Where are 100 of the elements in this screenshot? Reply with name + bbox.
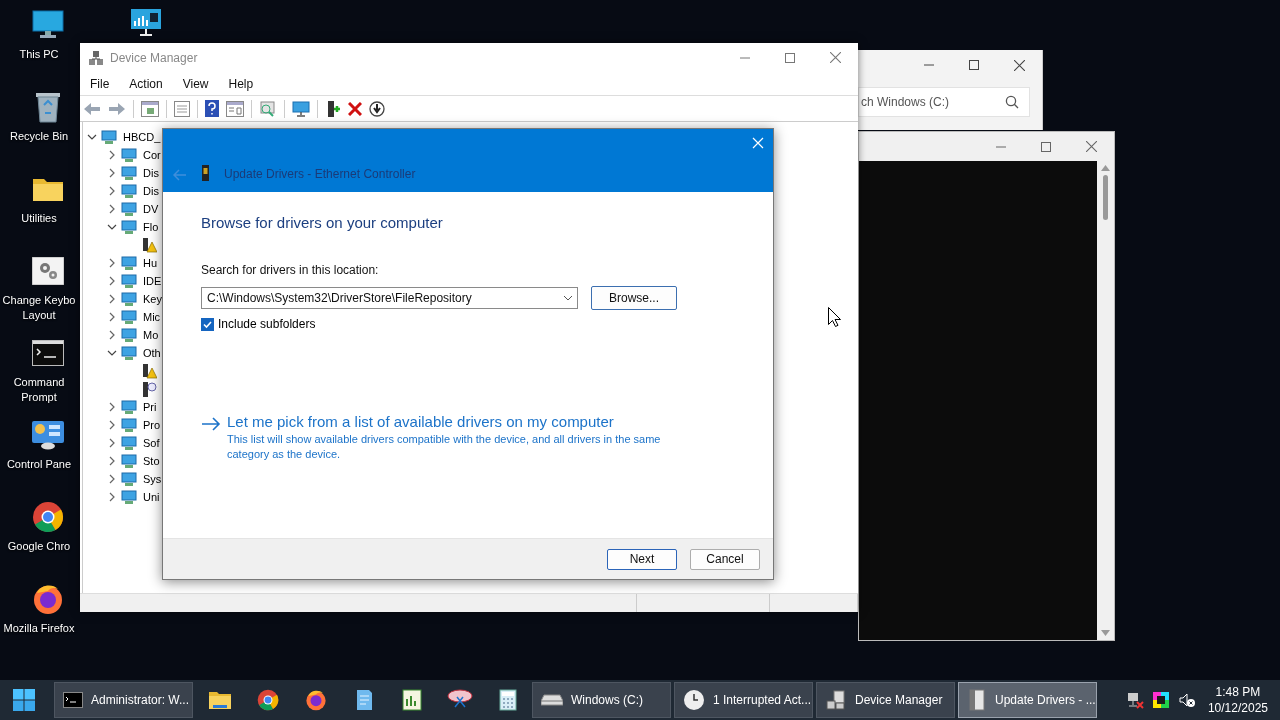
control-panel-icon[interactable] bbox=[31, 420, 65, 450]
close-icon[interactable] bbox=[1014, 59, 1025, 71]
notepad-icon[interactable] bbox=[355, 689, 373, 711]
tree-item[interactable]: Dis bbox=[143, 185, 159, 197]
terminal-icon[interactable] bbox=[63, 692, 83, 708]
tree-item[interactable]: Oth bbox=[143, 347, 161, 359]
network-error-icon[interactable] bbox=[1125, 691, 1144, 709]
location-combo-box[interactable]: C:\Windows\System32\DriverStore\FileRepository bbox=[201, 287, 578, 309]
tree-item[interactable]: DV bbox=[143, 203, 159, 215]
expand-chevron-icon[interactable] bbox=[107, 438, 117, 448]
expand-chevron-icon[interactable] bbox=[107, 312, 117, 322]
clock-date[interactable]: 10/12/2025 bbox=[1207, 700, 1268, 716]
taskbar-button[interactable]: Windows (C:) bbox=[532, 682, 671, 718]
scan-icon[interactable] bbox=[259, 100, 277, 117]
tree-item[interactable]: HBCD_ bbox=[123, 131, 161, 143]
color-grid-icon[interactable] bbox=[1151, 691, 1170, 709]
driver-list-link[interactable]: Let me pick from a list of available drivers on my computer bbox=[227, 413, 682, 430]
tree-item[interactable]: IDE bbox=[143, 275, 162, 287]
taskbar-button[interactable]: Update Drivers - ... bbox=[958, 682, 1097, 718]
next-button[interactable]: Next bbox=[607, 548, 677, 570]
taskbar-button[interactable]: Administrator: W... bbox=[54, 682, 193, 718]
drive-icon[interactable] bbox=[541, 694, 563, 706]
expand-chevron-icon[interactable] bbox=[107, 420, 117, 430]
icon-label[interactable]: Control Pane bbox=[0, 457, 79, 472]
window-icon[interactable] bbox=[141, 100, 159, 117]
document-icon[interactable] bbox=[174, 100, 190, 117]
terminal-icon[interactable] bbox=[32, 340, 64, 366]
icon-label[interactable]: Mozilla Firefox bbox=[0, 621, 79, 636]
search-icon[interactable] bbox=[1005, 95, 1019, 109]
expand-chevron-icon[interactable] bbox=[107, 150, 117, 160]
chrome-icon[interactable] bbox=[257, 689, 279, 711]
tree-item[interactable]: Flo bbox=[143, 221, 159, 233]
gears-icon[interactable] bbox=[32, 257, 64, 285]
calculator-icon[interactable] bbox=[499, 689, 517, 711]
maximize-icon[interactable] bbox=[969, 60, 979, 70]
expand-chevron-icon[interactable] bbox=[107, 204, 117, 214]
browse-button[interactable]: Browse... bbox=[591, 286, 677, 310]
folder-icon[interactable] bbox=[32, 176, 64, 202]
maximize-icon[interactable] bbox=[1041, 141, 1051, 152]
device-icon[interactable] bbox=[967, 689, 987, 711]
firefox-icon[interactable] bbox=[32, 583, 64, 615]
expand-chevron-icon[interactable] bbox=[107, 258, 117, 268]
taskbar-button[interactable]: Device Manager bbox=[816, 682, 955, 718]
menu-item[interactable]: View bbox=[182, 76, 209, 91]
monitor-icon[interactable] bbox=[32, 10, 64, 40]
expand-chevron-icon[interactable] bbox=[107, 186, 117, 196]
expand-chevron-icon[interactable] bbox=[107, 402, 117, 412]
chart-document-icon[interactable] bbox=[402, 689, 422, 711]
close-icon[interactable] bbox=[1086, 141, 1097, 152]
expand-chevron-icon[interactable] bbox=[107, 294, 117, 304]
view-icon[interactable] bbox=[226, 100, 244, 117]
tree-item[interactable]: Pro bbox=[143, 419, 161, 431]
tree-item[interactable]: Key bbox=[143, 293, 162, 305]
expand-chevron-icon[interactable] bbox=[107, 330, 117, 340]
tree-item[interactable]: Uni bbox=[143, 491, 160, 503]
expand-chevron-icon[interactable] bbox=[107, 276, 117, 286]
collapse-chevron-icon[interactable] bbox=[107, 222, 117, 232]
chart-monitor-icon[interactable] bbox=[130, 8, 162, 38]
cancel-button[interactable]: Cancel bbox=[690, 548, 760, 570]
firefox-icon[interactable] bbox=[305, 689, 327, 711]
tree-item[interactable]: Hu bbox=[143, 257, 158, 269]
tree-item[interactable]: Cor bbox=[143, 149, 161, 161]
dropdown-caret-icon[interactable] bbox=[563, 295, 573, 301]
icon-label[interactable]: Utilities bbox=[0, 211, 79, 226]
icon-label[interactable]: Google Chro bbox=[0, 539, 79, 554]
recycle-bin-icon[interactable] bbox=[34, 91, 62, 123]
tree-item[interactable]: Mic bbox=[143, 311, 161, 323]
menu-item[interactable]: File bbox=[90, 76, 110, 91]
folder-icon[interactable] bbox=[208, 690, 232, 710]
icon-label[interactable]: Command Prompt bbox=[0, 375, 79, 405]
menu-item[interactable]: Help bbox=[228, 76, 254, 91]
checkbox[interactable] bbox=[201, 317, 214, 331]
search-field[interactable]: ch Windows (C:) bbox=[858, 87, 1030, 117]
delete-icon[interactable] bbox=[348, 101, 362, 116]
expand-chevron-icon[interactable] bbox=[107, 474, 117, 484]
collapse-chevron-icon[interactable] bbox=[107, 348, 117, 358]
tree-item[interactable]: Sof bbox=[143, 437, 160, 449]
expand-chevron-icon[interactable] bbox=[107, 168, 117, 178]
tree-item[interactable]: Pri bbox=[143, 401, 157, 413]
tree-item[interactable]: Mo bbox=[143, 329, 159, 341]
maximize-icon[interactable] bbox=[785, 52, 795, 63]
tree-item[interactable]: Sys bbox=[143, 473, 162, 485]
speaker-muted-icon[interactable] bbox=[1177, 691, 1196, 709]
right-arrow-icon[interactable] bbox=[201, 417, 221, 431]
icon-label[interactable]: This PC bbox=[0, 47, 79, 62]
menu-item[interactable]: Action bbox=[129, 76, 163, 91]
tree-item[interactable]: Dis bbox=[143, 167, 159, 179]
taskbar-button[interactable]: 1 Interrupted Act... bbox=[674, 682, 813, 718]
start-icon[interactable] bbox=[12, 688, 36, 712]
clock-icon[interactable] bbox=[683, 689, 705, 711]
expand-chevron-icon[interactable] bbox=[107, 456, 117, 466]
collapse-chevron-icon[interactable] bbox=[87, 132, 97, 142]
help-icon[interactable] bbox=[205, 100, 219, 117]
close-icon[interactable] bbox=[830, 52, 841, 63]
chrome-icon[interactable] bbox=[32, 501, 64, 533]
icon-label[interactable]: Recycle Bin bbox=[0, 129, 79, 144]
clock-time[interactable]: 1:48 PM bbox=[1215, 684, 1261, 700]
expand-chevron-icon[interactable] bbox=[107, 492, 117, 502]
tree-item[interactable]: Sto bbox=[143, 455, 160, 467]
add-driver-icon[interactable] bbox=[325, 99, 341, 118]
